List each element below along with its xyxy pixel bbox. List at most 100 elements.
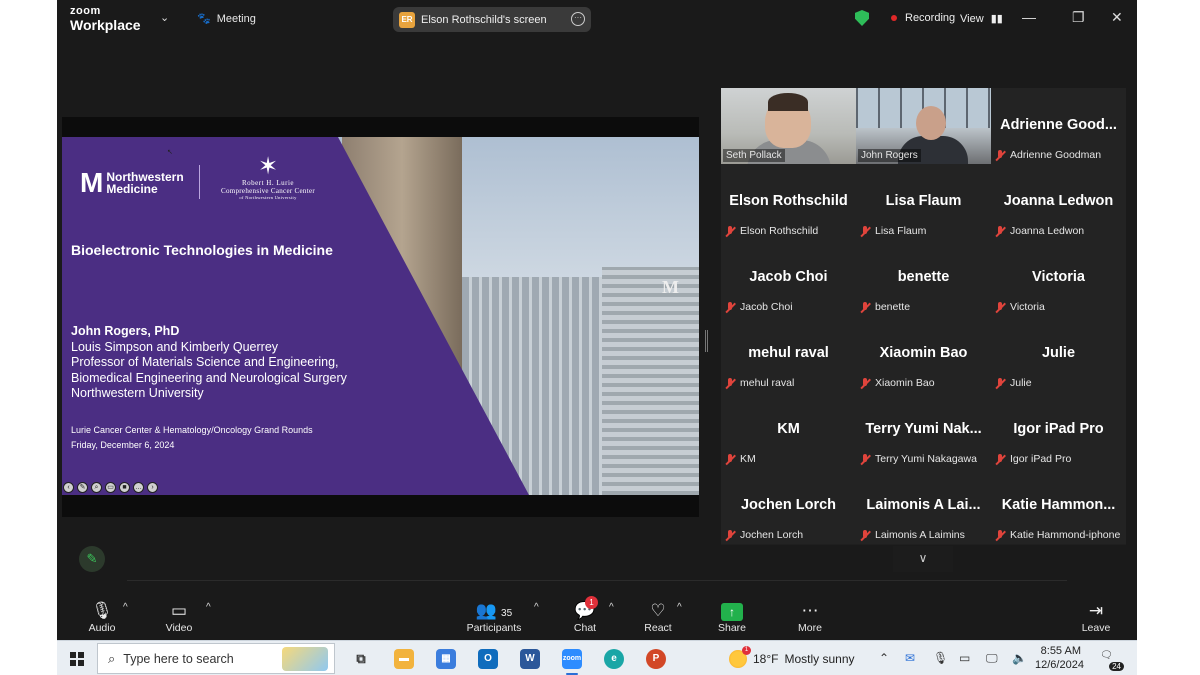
participant-tile[interactable]: mehul raval mehul raval — [721, 316, 856, 392]
close-icon[interactable]: ✕ — [1111, 9, 1123, 26]
zoom-window: zoom Workplace ⌄ 🐾 Meeting ER Elson Roth… — [57, 0, 1137, 675]
participant-name-label: Seth Pollack — [723, 149, 785, 162]
chat-button[interactable]: 💬 1 Chat — [572, 596, 598, 634]
heart-icon: ♡ — [650, 601, 666, 620]
teams-icon[interactable]: ✉ — [905, 651, 915, 665]
powerpoint-icon[interactable]: P — [646, 649, 666, 669]
paw-icon: 🐾 — [197, 13, 211, 25]
edge-icon[interactable]: e — [604, 649, 624, 669]
zoom-app-icon[interactable]: zoom — [562, 649, 582, 675]
participants-count: 35 — [501, 608, 513, 619]
windows-start-icon[interactable] — [70, 652, 84, 666]
pen-icon[interactable]: ✎ — [77, 482, 88, 493]
participant-tile[interactable]: Igor iPad Pro Igor iPad Pro — [991, 392, 1126, 468]
slideshow-controls: ‹ ✎ ⌕ ▭ ■ … › — [63, 482, 158, 493]
participant-display-name: Julie — [1041, 345, 1076, 361]
chevron-up-icon[interactable]: ⌃ — [879, 651, 889, 665]
volume-icon[interactable]: 🔈 — [1012, 651, 1027, 665]
participant-tile[interactable]: Victoria Victoria — [991, 240, 1126, 316]
react-button[interactable]: ♡ React — [643, 600, 673, 634]
more-icon: ⋯ — [801, 601, 819, 620]
participant-tile[interactable]: Xiaomin Bao Xiaomin Bao — [856, 316, 991, 392]
notifications-button[interactable]: 🗨 24 — [1100, 650, 1124, 671]
clock-date: 12/6/2024 — [1035, 659, 1084, 671]
chat-options-caret[interactable]: ^ — [609, 602, 614, 613]
recording-label: Recording — [905, 12, 956, 24]
slide-building-image-2 — [602, 267, 699, 495]
participant-name-label: Terry Yumi Nakagawa — [875, 453, 977, 465]
participant-tile[interactable]: Terry Yumi Nak... Terry Yumi Nakagawa — [856, 392, 991, 468]
recording-status[interactable]: Recording — [855, 10, 955, 26]
leave-button[interactable]: ⇥ Leave — [1081, 600, 1111, 634]
participant-tile[interactable]: Jochen Lorch Jochen Lorch — [721, 468, 856, 544]
participant-tile-video[interactable]: Seth Pollack — [721, 88, 856, 164]
sun-icon: 1 — [729, 646, 751, 668]
participant-tile[interactable]: Katie Hammon... Katie Hammond-iphone — [991, 468, 1126, 544]
panel-resize-handle[interactable] — [705, 330, 708, 352]
minimize-icon[interactable]: — — [1022, 9, 1036, 25]
participants-options-caret[interactable]: ^ — [534, 602, 539, 613]
participant-tile[interactable]: Adrienne Good... Adrienne Goodman — [991, 88, 1126, 164]
word-icon[interactable]: W — [520, 649, 540, 669]
prev-slide-icon[interactable]: ‹ — [63, 482, 74, 493]
participant-display-name: Katie Hammon... — [1001, 497, 1116, 513]
more-label: More — [798, 622, 822, 634]
participant-display-name: Victoria — [1032, 269, 1085, 285]
participant-name-label: John Rogers — [858, 149, 921, 162]
participants-button[interactable]: 👥 35 Participants — [462, 600, 526, 634]
audio-button[interactable]: 🎙 Audio — [87, 600, 117, 634]
file-explorer-icon[interactable]: ▬ — [394, 649, 414, 669]
speaker-line3: Professor of Materials Science and Engin… — [71, 355, 339, 369]
task-view-icon[interactable]: ⧉ — [351, 649, 371, 669]
more-options-icon[interactable]: ··· — [571, 12, 585, 26]
participant-tile[interactable]: Joanna Ledwon Joanna Ledwon — [991, 164, 1126, 240]
participant-tile[interactable]: benette benette — [856, 240, 991, 316]
participant-tile[interactable]: Jacob Choi Jacob Choi — [721, 240, 856, 316]
meeting-menu[interactable]: 🐾 Meeting — [197, 12, 256, 26]
participant-tile[interactable]: Laimonis A Lai... Laimonis A Laimins — [856, 468, 991, 544]
participant-name-label: KM — [740, 453, 756, 465]
participant-tile[interactable]: Julie Julie — [991, 316, 1126, 392]
brand-line1: zoom — [70, 5, 101, 17]
weather-widget[interactable]: 1 18°F Mostly sunny — [729, 646, 855, 668]
restore-icon[interactable]: ❐ — [1072, 9, 1085, 26]
more-button[interactable]: ⋯ More — [795, 600, 825, 634]
participant-display-name: Jacob Choi — [749, 269, 828, 285]
gallery-next-page-button[interactable]: ∨ — [893, 546, 953, 572]
taskbar-search-input[interactable]: ⌕ Type here to search — [97, 643, 335, 674]
network-icon[interactable]: 🖵 — [986, 651, 998, 666]
microphone-tray-icon[interactable]: 🎙 — [933, 651, 948, 665]
participant-tile[interactable]: Lisa Flaum Lisa Flaum — [856, 164, 991, 240]
taskbar-clock[interactable]: 8:55 AM 12/6/2024 — [1035, 644, 1084, 672]
participant-tile-video[interactable]: John Rogers — [856, 88, 991, 164]
next-slide-icon[interactable]: › — [147, 482, 158, 493]
encryption-shield-icon — [855, 10, 869, 26]
react-options-caret[interactable]: ^ — [677, 602, 682, 613]
share-button[interactable]: ↑ Share — [717, 600, 747, 634]
video-button[interactable]: ▭ Video — [162, 600, 196, 634]
camera-icon[interactable]: ■ — [119, 482, 130, 493]
participant-tile[interactable]: Elson Rothschild Elson Rothschild — [721, 164, 856, 240]
participant-display-name: Terry Yumi Nak... — [865, 421, 982, 437]
screen-share-chip[interactable]: ER Elson Rothschild's screen ··· — [393, 7, 591, 32]
weather-badge: 1 — [742, 646, 751, 655]
outlook-icon[interactable]: O — [478, 649, 498, 669]
building-logo: M — [662, 277, 679, 297]
chevron-down-icon[interactable]: ⌄ — [160, 11, 169, 24]
zoom-icon[interactable]: ⌕ — [91, 482, 102, 493]
view-button[interactable]: View ▮▮ — [960, 12, 1003, 25]
subtitles-icon[interactable]: ▭ — [105, 482, 116, 493]
recording-dot-icon — [891, 15, 897, 21]
video-options-caret[interactable]: ^ — [206, 602, 211, 613]
more-icon[interactable]: … — [133, 482, 144, 493]
annotate-button[interactable]: ✎ — [79, 546, 105, 572]
store-icon[interactable]: ▦ — [436, 649, 456, 669]
participant-name-label: Igor iPad Pro — [1010, 453, 1072, 465]
mic-muted-icon — [860, 377, 871, 389]
share-title: Elson Rothschild's screen — [421, 13, 547, 26]
participant-tile[interactable]: KM KM — [721, 392, 856, 468]
battery-icon[interactable]: ▭ — [959, 651, 970, 665]
nm-line2: Medicine — [106, 182, 158, 196]
audio-options-caret[interactable]: ^ — [123, 602, 128, 613]
mic-muted-icon — [725, 301, 736, 313]
